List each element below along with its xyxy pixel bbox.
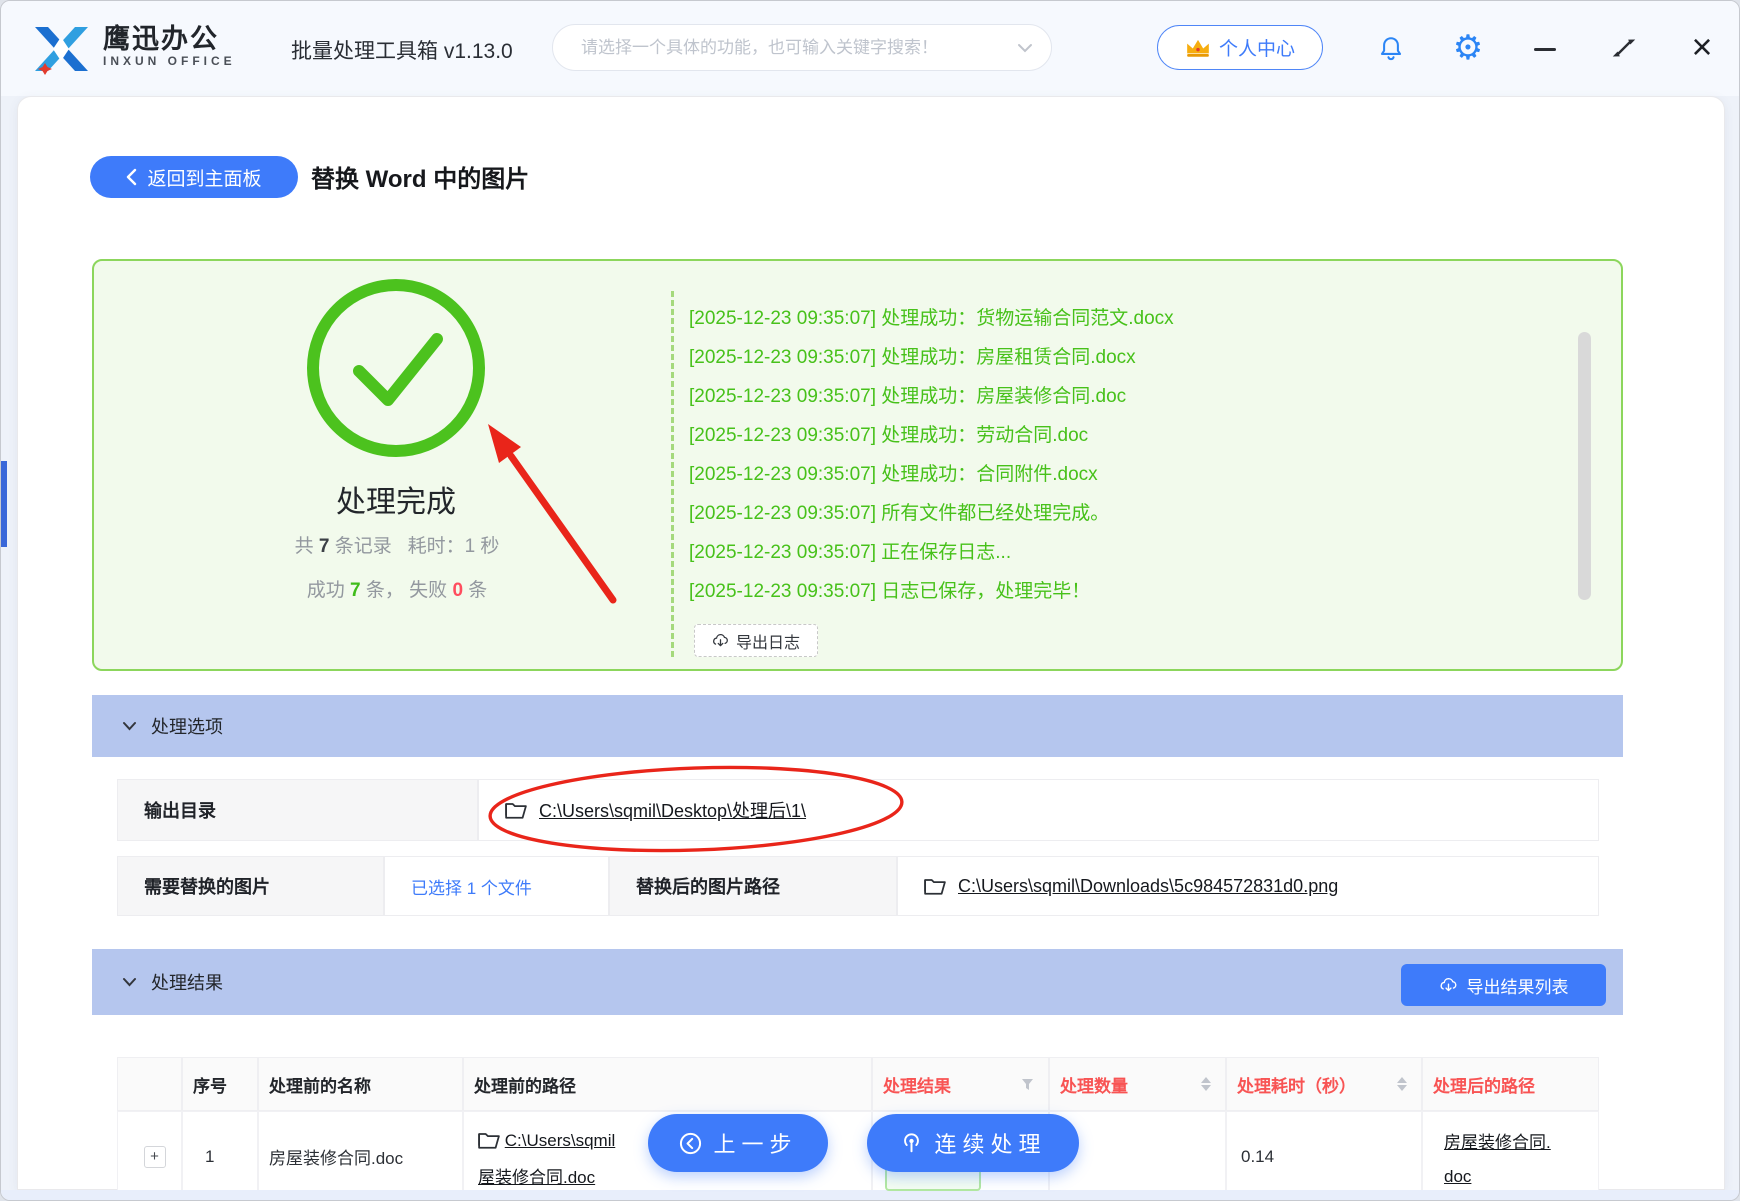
col-expand-header: [117, 1057, 182, 1111]
back-label: 返回到主面板: [147, 164, 261, 191]
personal-center-button[interactable]: 个人中心: [1157, 25, 1323, 70]
logo-text: 鹰迅办公 INXUN OFFICE: [103, 24, 236, 69]
success-check-icon: [301, 273, 491, 463]
log-line: [2025-12-23 09:35:07] 处理成功：货物运输合同范文.docx: [689, 303, 1174, 330]
inxun-logo-icon: [31, 23, 91, 75]
options-section-header[interactable]: 处理选项: [92, 695, 1623, 757]
minimize-button[interactable]: [1529, 33, 1561, 65]
row-after-link-line2[interactable]: doc: [1444, 1167, 1551, 1187]
chevron-down-icon: [1017, 43, 1033, 53]
chevron-down-icon: [122, 721, 137, 731]
back-to-dashboard-button[interactable]: 返回到主面板: [90, 156, 298, 198]
expand-icon: [1612, 36, 1636, 60]
settings-gear-icon[interactable]: ⚙: [1451, 29, 1485, 67]
selected-files-link[interactable]: 已选择 1 个文件: [411, 874, 532, 899]
table-row-index: 1: [182, 1111, 258, 1201]
minimize-icon: [1534, 48, 1556, 51]
col-name-header: 处理前的名称: [258, 1057, 463, 1111]
output-dir-label: 输出目录: [117, 779, 478, 841]
page-title: 替换 Word 中的图片: [311, 159, 529, 194]
previous-step-button[interactable]: 上一步: [648, 1114, 828, 1172]
log-line: [2025-12-23 09:35:07] 处理成功：房屋租赁合同.docx: [689, 342, 1136, 369]
output-dir-cell: C:\Users\sqmil\Desktop\处理后\1\: [478, 779, 1599, 841]
log-line: [2025-12-23 09:35:07] 日志已保存，处理完毕！: [689, 576, 1090, 603]
expand-row-button[interactable]: +: [144, 1146, 166, 1168]
logo-cn: 鹰迅办公: [103, 24, 236, 54]
col-path-header: 处理前的路径: [463, 1057, 872, 1111]
results-section-title: 处理结果: [151, 969, 223, 995]
stat-success-line: 成功 7 条， 失败 0 条: [269, 575, 525, 602]
stat-fail-count: 0: [452, 580, 463, 601]
stat-time: 耗时：1 秒: [408, 536, 500, 557]
sort-carets-icon[interactable]: [1201, 1077, 1211, 1091]
cloud-download-icon: [712, 633, 729, 648]
log-line: [2025-12-23 09:35:07] 处理成功：房屋装修合同.doc: [689, 381, 1126, 408]
results-section-header[interactable]: 处理结果: [92, 949, 1623, 1015]
col-duration-header[interactable]: 处理耗时（秒）: [1226, 1057, 1422, 1111]
log-line: [2025-12-23 09:35:07] 处理成功：劳动合同.doc: [689, 420, 1088, 447]
row-after-link-line1[interactable]: 房屋装修合同.: [1444, 1133, 1551, 1152]
app-window: 鹰迅办公 INXUN OFFICE 批量处理工具箱 v1.13.0 个人中心: [0, 0, 1740, 1201]
table-row-name: 房屋装修合同.doc: [258, 1111, 463, 1201]
replace-path-cell: C:\Users\sqmil\Downloads\5c984572831d0.p…: [897, 856, 1599, 916]
log-divider: [671, 291, 674, 657]
chevron-left-icon: [126, 168, 137, 186]
col-result-header[interactable]: 处理结果: [872, 1057, 1049, 1111]
notification-bell-icon[interactable]: [1375, 33, 1407, 65]
export-log-label: 导出日志: [736, 629, 800, 653]
window-bottom-edge: [1, 1190, 1739, 1201]
close-button[interactable]: ×: [1684, 27, 1720, 67]
previous-step-label: 上一步: [713, 1127, 797, 1159]
continue-processing-button[interactable]: 连续处理: [867, 1114, 1079, 1172]
gear-glyph: ⚙: [1453, 28, 1483, 68]
crown-icon: [1185, 38, 1211, 58]
fullscreen-button[interactable]: [1607, 31, 1641, 65]
previous-step-icon: [678, 1131, 703, 1156]
col-count-header[interactable]: 处理数量: [1049, 1057, 1226, 1111]
export-result-list-label: 导出结果列表: [1467, 973, 1569, 998]
logo-en: INXUN OFFICE: [103, 54, 236, 69]
close-icon: ×: [1691, 26, 1712, 68]
export-result-list-button[interactable]: 导出结果列表: [1401, 964, 1606, 1006]
folder-icon: [924, 877, 946, 895]
chevron-down-icon: [122, 977, 137, 987]
table-row-after-path: 房屋装修合同. doc: [1422, 1111, 1599, 1201]
col-after-header: 处理后的路径: [1422, 1057, 1599, 1111]
options-section-title: 处理选项: [151, 713, 223, 739]
export-log-button[interactable]: 导出日志: [694, 624, 818, 657]
function-search[interactable]: [552, 24, 1052, 71]
table-row-expand-cell: +: [117, 1111, 182, 1201]
filter-funnel-icon[interactable]: [1021, 1078, 1034, 1091]
log-scrollbar-thumb[interactable]: [1578, 332, 1591, 600]
log-line: [2025-12-23 09:35:07] 正在保存日志...: [689, 537, 1011, 564]
app-title: 批量处理工具箱 v1.13.0: [291, 35, 513, 65]
folder-icon: [505, 801, 527, 819]
table-row-duration: 0.14: [1226, 1111, 1422, 1201]
output-dir-link[interactable]: C:\Users\sqmil\Desktop\处理后\1\: [539, 797, 806, 823]
row-path-link-part1[interactable]: C:\Users\sqmil: [505, 1131, 616, 1150]
sort-carets-icon[interactable]: [1397, 1077, 1407, 1091]
folder-icon: [478, 1131, 500, 1149]
stat-total-line: 共 7 条记录 耗时：1 秒: [269, 531, 525, 558]
continue-processing-icon: [899, 1131, 924, 1156]
status-title: 处理完成: [301, 477, 491, 521]
personal-center-label: 个人中心: [1219, 34, 1295, 61]
log-line: [2025-12-23 09:35:07] 处理成功：合同附件.docx: [689, 459, 1098, 486]
replace-path-label: 替换后的图片路径: [609, 856, 897, 916]
background-window-sliver: [1, 461, 7, 547]
log-line: [2025-12-23 09:35:07] 所有文件都已经处理完成。: [689, 498, 1109, 525]
replace-path-link[interactable]: C:\Users\sqmil\Downloads\5c984572831d0.p…: [958, 876, 1338, 897]
replace-image-label: 需要替换的图片: [117, 856, 384, 916]
continue-processing-label: 连续处理: [934, 1127, 1046, 1159]
titlebar: 鹰迅办公 INXUN OFFICE 批量处理工具箱 v1.13.0 个人中心: [1, 1, 1739, 96]
search-input[interactable]: [579, 37, 1017, 59]
stat-total-count: 7: [319, 536, 330, 557]
selected-files-cell: 已选择 1 个文件: [384, 856, 609, 916]
col-index-header: 序号: [182, 1057, 258, 1111]
cloud-download-icon: [1439, 977, 1458, 993]
stat-success-count: 7: [350, 580, 361, 601]
